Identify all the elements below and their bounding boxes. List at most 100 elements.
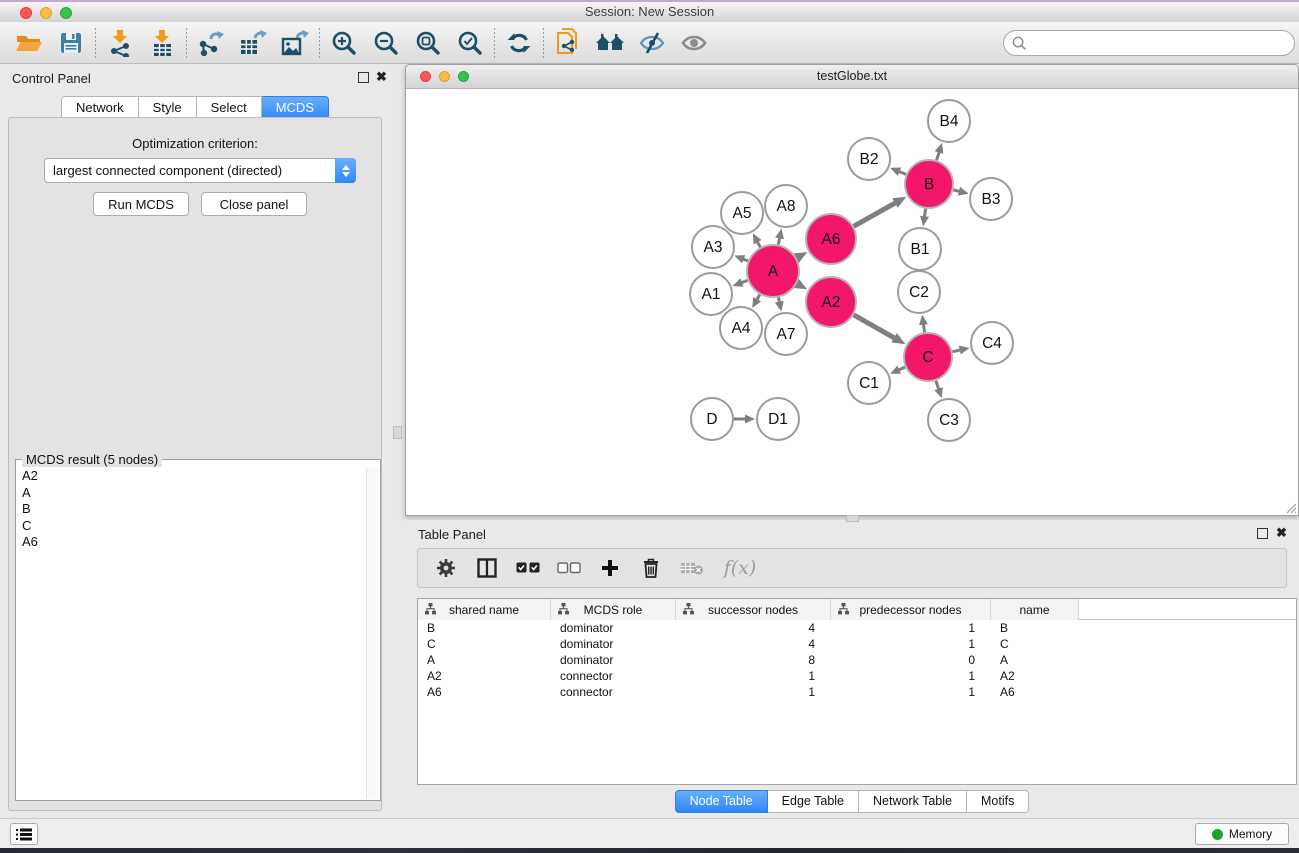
tab-motifs[interactable]: Motifs bbox=[967, 790, 1029, 813]
table-row[interactable]: Adominator80A bbox=[418, 652, 1296, 668]
network-canvas[interactable]: B4B2BB3A5A8A6B1A3AC2A1A2A4A7C4CC1C3DD1 bbox=[406, 89, 1298, 515]
table-cell[interactable]: 1 bbox=[831, 684, 991, 700]
mcds-result-item[interactable]: C bbox=[17, 518, 366, 535]
delete-column-button[interactable] bbox=[639, 556, 663, 580]
table-cell[interactable]: 1 bbox=[676, 668, 831, 684]
minimize-window-button[interactable] bbox=[40, 7, 52, 19]
mcds-result-list[interactable]: A2ABCA6 bbox=[17, 468, 366, 799]
minimize-view-button[interactable] bbox=[439, 71, 450, 82]
table-cell[interactable]: 1 bbox=[831, 668, 991, 684]
table-cell[interactable]: 0 bbox=[831, 652, 991, 668]
search-field[interactable] bbox=[1003, 30, 1295, 56]
network-graph[interactable]: B4B2BB3A5A8A6B1A3AC2A1A2A4A7C4CC1C3DD1 bbox=[406, 89, 1298, 515]
table-cell[interactable]: 1 bbox=[676, 684, 831, 700]
network-window-titlebar[interactable]: testGlobe.txt bbox=[406, 65, 1298, 89]
mcds-result-item[interactable]: A2 bbox=[17, 468, 366, 485]
save-session-button[interactable] bbox=[50, 25, 92, 61]
close-table-panel-icon[interactable]: ✖ bbox=[1276, 525, 1287, 541]
select-all-button[interactable] bbox=[516, 556, 540, 580]
columns-button[interactable] bbox=[475, 556, 499, 580]
tab-edge-table[interactable]: Edge Table bbox=[768, 790, 859, 813]
export-table-button[interactable] bbox=[232, 25, 274, 61]
maximize-view-button[interactable] bbox=[458, 71, 469, 82]
table-cell[interactable]: dominator bbox=[551, 636, 676, 652]
table-cell[interactable]: A6 bbox=[418, 684, 551, 700]
export-image-icon bbox=[281, 30, 309, 56]
close-view-button[interactable] bbox=[420, 71, 431, 82]
table-cell[interactable]: A2 bbox=[418, 668, 551, 684]
resize-grip[interactable] bbox=[1283, 500, 1297, 514]
table-cell[interactable]: C bbox=[418, 636, 551, 652]
table-cell[interactable]: 4 bbox=[676, 636, 831, 652]
float-table-panel-icon[interactable] bbox=[1257, 528, 1268, 539]
hide-graphics-details-button[interactable] bbox=[631, 25, 673, 61]
search-input[interactable] bbox=[1033, 36, 1294, 51]
open-session-button[interactable] bbox=[8, 25, 50, 61]
table-cell[interactable]: 8 bbox=[676, 652, 831, 668]
mcds-result-item[interactable]: A bbox=[17, 485, 366, 502]
run-mcds-button[interactable]: Run MCDS bbox=[93, 192, 189, 216]
criterion-dropdown[interactable]: largest connected component (directed) bbox=[44, 158, 356, 183]
table-cell[interactable]: 4 bbox=[676, 620, 831, 636]
node-table[interactable]: shared nameMCDS rolesuccessor nodesprede… bbox=[417, 598, 1297, 785]
table-cell[interactable]: 1 bbox=[831, 636, 991, 652]
zoom-fit-button[interactable] bbox=[407, 25, 449, 61]
edge-A2-C[interactable] bbox=[854, 315, 896, 339]
gear-button[interactable] bbox=[434, 556, 458, 580]
table-cell[interactable]: 1 bbox=[831, 620, 991, 636]
first-neighbors-button[interactable] bbox=[589, 25, 631, 61]
zoom-selected-button[interactable] bbox=[449, 25, 491, 61]
table-row[interactable]: Bdominator41B bbox=[418, 620, 1296, 636]
table-cell[interactable]: connector bbox=[551, 684, 676, 700]
table-cell[interactable]: B bbox=[991, 620, 1079, 636]
column-header-successor-nodes[interactable]: successor nodes bbox=[676, 599, 831, 620]
mcds-scrollbar[interactable] bbox=[366, 468, 379, 799]
refresh-button[interactable] bbox=[498, 25, 540, 61]
export-network-button[interactable] bbox=[190, 25, 232, 61]
deselect-all-button[interactable] bbox=[557, 556, 581, 580]
close-panel-button[interactable]: Close panel bbox=[201, 192, 307, 216]
mcds-result-item[interactable]: B bbox=[17, 501, 366, 518]
add-column-button[interactable] bbox=[598, 556, 622, 580]
column-header-predecessor-nodes[interactable]: predecessor nodes bbox=[831, 599, 991, 620]
tab-node-table[interactable]: Node Table bbox=[675, 790, 768, 813]
vertical-splitter-handle[interactable] bbox=[393, 426, 402, 439]
table-cell[interactable]: A6 bbox=[991, 684, 1079, 700]
table-cell[interactable]: B bbox=[418, 620, 551, 636]
table-row[interactable]: A2connector11A2 bbox=[418, 668, 1296, 684]
toolbar-separator bbox=[319, 28, 320, 58]
table-cell[interactable]: connector bbox=[551, 668, 676, 684]
column-header-MCDS-role[interactable]: MCDS role bbox=[551, 599, 676, 620]
close-panel-icon[interactable]: ✖ bbox=[376, 69, 387, 85]
new-network-from-selection-button[interactable] bbox=[547, 25, 589, 61]
column-header-shared-name[interactable]: shared name bbox=[418, 599, 551, 620]
float-panel-icon[interactable] bbox=[358, 72, 369, 83]
edge-A6-B[interactable] bbox=[854, 202, 897, 226]
zoom-in-button[interactable] bbox=[323, 25, 365, 61]
export-image-button[interactable] bbox=[274, 25, 316, 61]
table-cell[interactable]: C bbox=[991, 636, 1079, 652]
mcds-result-item[interactable]: A6 bbox=[17, 534, 366, 551]
table-tabs: Node TableEdge TableNetwork TableMotifs bbox=[405, 790, 1299, 813]
memory-button[interactable]: Memory bbox=[1195, 823, 1289, 845]
table-cell[interactable]: A bbox=[991, 652, 1079, 668]
table-cell[interactable]: A bbox=[418, 652, 551, 668]
import-network-button[interactable] bbox=[99, 25, 141, 61]
table-cell[interactable]: dominator bbox=[551, 652, 676, 668]
table-cell[interactable]: A2 bbox=[991, 668, 1079, 684]
zoom-window-button[interactable] bbox=[60, 7, 72, 19]
function-builder-button[interactable]: f(x) bbox=[721, 556, 759, 580]
tab-network-table[interactable]: Network Table bbox=[859, 790, 967, 813]
import-table-button[interactable] bbox=[141, 25, 183, 61]
show-graphics-details-button[interactable] bbox=[673, 25, 715, 61]
table-cell[interactable]: dominator bbox=[551, 620, 676, 636]
task-history-button[interactable] bbox=[10, 823, 38, 845]
horizontal-splitter-handle[interactable] bbox=[846, 515, 859, 522]
zoom-out-button[interactable] bbox=[365, 25, 407, 61]
delete-table-button[interactable] bbox=[680, 556, 704, 580]
table-row[interactable]: A6connector11A6 bbox=[418, 684, 1296, 700]
close-window-button[interactable] bbox=[20, 7, 32, 19]
table-row[interactable]: Cdominator41C bbox=[418, 636, 1296, 652]
column-header-name[interactable]: name bbox=[991, 599, 1079, 620]
zoom-fit-icon bbox=[415, 30, 441, 56]
